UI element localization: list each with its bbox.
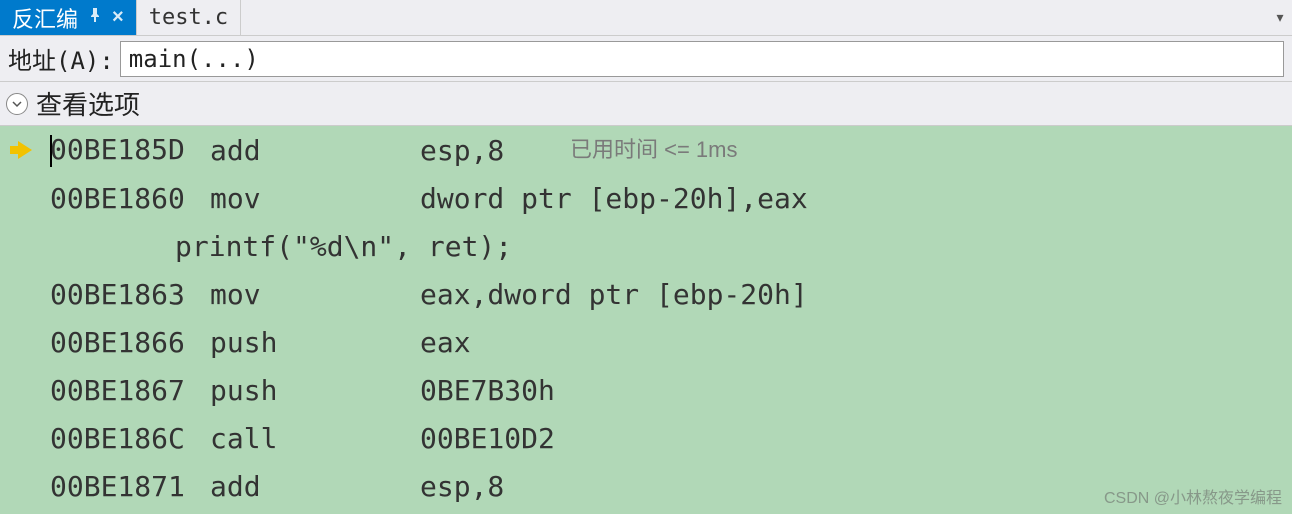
tab-label: test.c: [149, 5, 228, 30]
pin-icon[interactable]: [88, 8, 102, 27]
view-options-row[interactable]: 查看选项: [0, 82, 1292, 126]
operand-column: 00BE10D2: [420, 422, 555, 455]
address-column: 00BE1871: [50, 470, 210, 503]
tab-bar: 反汇编 × test.c ▾: [0, 0, 1292, 36]
tab-disassembly[interactable]: 反汇编 ×: [0, 0, 137, 35]
asm-line[interactable]: 00BE185Daddesp,8: [0, 126, 1292, 174]
opcode-column: add: [210, 470, 420, 503]
tab-source-file[interactable]: test.c: [137, 0, 241, 35]
address-input[interactable]: [120, 41, 1284, 77]
view-options-label: 查看选项: [36, 85, 140, 122]
chevron-down-icon[interactable]: [6, 93, 28, 115]
opcode-column: push: [210, 326, 420, 359]
source-text: printf("%d\n", ret);: [50, 230, 512, 263]
opcode-column: mov: [210, 278, 420, 311]
close-icon[interactable]: ×: [112, 6, 124, 29]
asm-line[interactable]: 00BE1866pusheax: [0, 318, 1292, 366]
gutter: [0, 141, 50, 159]
operand-column: eax: [420, 326, 471, 359]
address-column: 00BE186C: [50, 422, 210, 455]
address-column: 00BE1866: [50, 326, 210, 359]
operand-column: dword ptr [ebp-20h],eax: [420, 182, 808, 215]
opcode-column: call: [210, 422, 420, 455]
asm-line[interactable]: 00BE186Ccall00BE10D2: [0, 414, 1292, 462]
operand-column: eax,dword ptr [ebp-20h]: [420, 278, 808, 311]
opcode-column: add: [210, 134, 420, 167]
disassembly-code-area[interactable]: 已用时间 <= 1ms 00BE185Daddesp,800BE1860movd…: [0, 126, 1292, 514]
source-line[interactable]: printf("%d\n", ret);: [0, 222, 1292, 270]
address-label: 地址(A):: [8, 41, 114, 76]
address-column: 00BE1860: [50, 182, 210, 215]
asm-line[interactable]: 00BE1871addesp,8: [0, 462, 1292, 510]
tab-label: 反汇编: [12, 2, 78, 34]
operand-column: 0BE7B30h: [420, 374, 555, 407]
current-instruction-arrow-icon: [18, 141, 32, 159]
address-column: 00BE185D: [50, 133, 210, 167]
operand-column: esp,8: [420, 470, 504, 503]
asm-line[interactable]: 00BE1863moveax,dword ptr [ebp-20h]: [0, 270, 1292, 318]
address-bar: 地址(A):: [0, 36, 1292, 82]
address-column: 00BE1867: [50, 374, 210, 407]
asm-line[interactable]: 00BE1867push0BE7B30h: [0, 366, 1292, 414]
operand-column: esp,8: [420, 134, 504, 167]
asm-line[interactable]: 00BE1860movdword ptr [ebp-20h],eax: [0, 174, 1292, 222]
opcode-column: mov: [210, 182, 420, 215]
address-column: 00BE1863: [50, 278, 210, 311]
opcode-column: push: [210, 374, 420, 407]
tab-overflow-dropdown[interactable]: ▾: [1268, 0, 1292, 35]
watermark: CSDN @小林熬夜学编程: [1104, 484, 1282, 508]
